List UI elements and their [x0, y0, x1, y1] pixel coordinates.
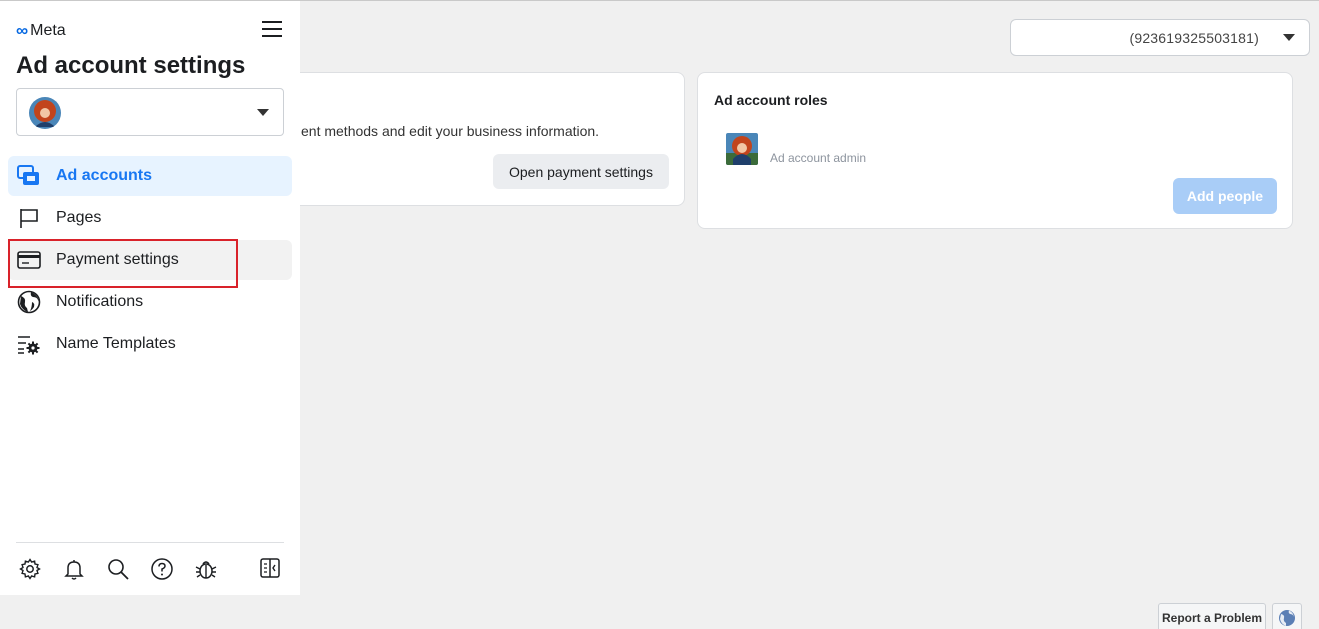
- ad-account-roles-card: Ad account roles Ad account admin Add pe…: [697, 72, 1293, 229]
- chevron-down-icon: [257, 109, 269, 116]
- sidebar-item-label: Pages: [56, 209, 102, 226]
- language-globe-button[interactable]: [1272, 603, 1302, 629]
- sidebar-item-notifications[interactable]: Notifications: [8, 282, 292, 322]
- sidebar: ∞ Meta Ad account settings Ad accounts P…: [0, 1, 300, 595]
- page-title: Ad account settings: [16, 52, 246, 79]
- meta-logo[interactable]: ∞ Meta: [16, 21, 66, 41]
- ad-account-selector[interactable]: (923619325503181): [1010, 19, 1310, 56]
- sidebar-divider: [16, 542, 284, 543]
- meta-infinity-icon: ∞: [16, 21, 29, 40]
- bug-icon[interactable]: [194, 557, 218, 581]
- user-avatar: [726, 133, 758, 165]
- gear-icon[interactable]: [18, 557, 42, 581]
- chevron-down-icon: [1283, 34, 1295, 41]
- panel-toggle-icon[interactable]: [259, 557, 283, 581]
- bell-icon[interactable]: [62, 557, 86, 581]
- menu-icon[interactable]: [262, 21, 282, 39]
- search-icon[interactable]: [106, 557, 130, 581]
- sidebar-item-label: Ad accounts: [56, 167, 153, 184]
- sidebar-item-label: Name Templates: [56, 335, 176, 352]
- sidebar-item-pages[interactable]: Pages: [8, 198, 292, 238]
- sidebar-item-ad-accounts[interactable]: Ad accounts: [8, 156, 292, 196]
- list-gear-icon: [16, 332, 42, 356]
- sidebar-bottom-toolbar: [18, 557, 286, 581]
- sidebar-item-label: Notifications: [56, 293, 144, 310]
- open-payment-settings-button[interactable]: Open payment settings: [493, 154, 669, 189]
- globe-icon: [16, 290, 42, 314]
- globe-icon: [1279, 610, 1295, 626]
- ad-account-id: (923619325503181): [1129, 29, 1259, 46]
- flag-icon: [16, 206, 42, 230]
- role-label: Ad account admin: [770, 151, 867, 165]
- avatar: [29, 97, 61, 129]
- help-icon[interactable]: [150, 557, 174, 581]
- sidebar-item-name-templates[interactable]: Name Templates: [8, 324, 292, 364]
- ad-accounts-icon: [16, 164, 42, 188]
- add-people-button[interactable]: Add people: [1173, 178, 1277, 214]
- meta-logo-text: Meta: [30, 22, 66, 39]
- business-selector[interactable]: [16, 88, 284, 136]
- roles-card-title: Ad account roles: [714, 92, 828, 108]
- report-problem-button[interactable]: Report a Problem: [1158, 603, 1266, 629]
- payment-settings-card: ent methods and edit your business infor…: [270, 72, 685, 206]
- payment-card-description: ent methods and edit your business infor…: [301, 123, 600, 139]
- highlight-annotation-box: [8, 239, 238, 288]
